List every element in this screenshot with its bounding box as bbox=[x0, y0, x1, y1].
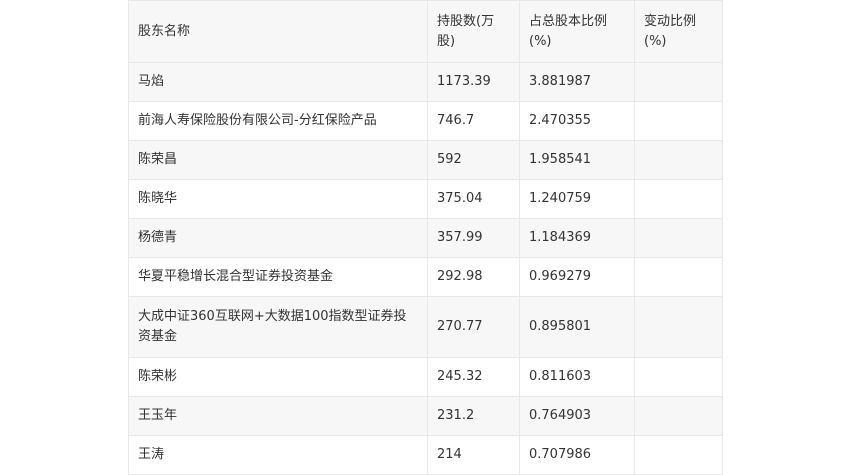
header-change-ratio: 变动比例(%) bbox=[634, 0, 723, 63]
cell-shares: 231.2 bbox=[427, 396, 520, 436]
cell-shares: 245.32 bbox=[427, 357, 520, 397]
shareholder-table-container: 股东名称 持股数(万股) 占总股本比例(%) 变动比例(%) 马焰 1173.3… bbox=[128, 0, 723, 475]
cell-shareholder-name: 王玉年 bbox=[128, 396, 428, 436]
cell-shares: 592 bbox=[427, 140, 520, 180]
cell-shareholder-name: 陈荣昌 bbox=[128, 140, 428, 180]
table-row: 华夏平稳增长混合型证券投资基金 292.98 0.969279 bbox=[128, 257, 723, 297]
shareholder-table: 股东名称 持股数(万股) 占总股本比例(%) 变动比例(%) 马焰 1173.3… bbox=[128, 0, 723, 475]
table-header-row: 股东名称 持股数(万股) 占总股本比例(%) 变动比例(%) bbox=[128, 0, 723, 63]
cell-shares: 270.77 bbox=[427, 296, 520, 358]
header-shareholder-name: 股东名称 bbox=[128, 0, 428, 63]
cell-change-ratio bbox=[634, 101, 723, 141]
cell-change-ratio bbox=[634, 396, 723, 436]
cell-share-ratio: 0.969279 bbox=[519, 257, 635, 297]
cell-change-ratio bbox=[634, 62, 723, 102]
cell-shares: 746.7 bbox=[427, 101, 520, 141]
cell-share-ratio: 0.811603 bbox=[519, 357, 635, 397]
cell-share-ratio: 1.240759 bbox=[519, 179, 635, 219]
cell-change-ratio bbox=[634, 296, 723, 358]
cell-share-ratio: 0.895801 bbox=[519, 296, 635, 358]
table-row: 王玉年 231.2 0.764903 bbox=[128, 396, 723, 436]
cell-shares: 357.99 bbox=[427, 218, 520, 258]
cell-change-ratio bbox=[634, 179, 723, 219]
cell-share-ratio: 0.707986 bbox=[519, 435, 635, 475]
table-header: 股东名称 持股数(万股) 占总股本比例(%) 变动比例(%) bbox=[128, 0, 723, 63]
cell-change-ratio bbox=[634, 435, 723, 475]
cell-shareholder-name: 华夏平稳增长混合型证券投资基金 bbox=[128, 257, 428, 297]
cell-share-ratio: 3.881987 bbox=[519, 62, 635, 102]
cell-change-ratio bbox=[634, 140, 723, 180]
cell-share-ratio: 0.764903 bbox=[519, 396, 635, 436]
header-share-ratio: 占总股本比例(%) bbox=[519, 0, 635, 63]
cell-change-ratio bbox=[634, 357, 723, 397]
table-row: 陈荣彬 245.32 0.811603 bbox=[128, 357, 723, 397]
table-row: 陈荣昌 592 1.958541 bbox=[128, 140, 723, 180]
cell-shares: 375.04 bbox=[427, 179, 520, 219]
cell-shares: 292.98 bbox=[427, 257, 520, 297]
cell-shareholder-name: 杨德青 bbox=[128, 218, 428, 258]
table-body: 马焰 1173.39 3.881987 前海人寿保险股份有限公司-分红保险产品 … bbox=[128, 62, 723, 475]
cell-shares: 1173.39 bbox=[427, 62, 520, 102]
cell-shareholder-name: 马焰 bbox=[128, 62, 428, 102]
cell-shareholder-name: 陈晓华 bbox=[128, 179, 428, 219]
cell-shareholder-name: 陈荣彬 bbox=[128, 357, 428, 397]
header-shares: 持股数(万股) bbox=[427, 0, 520, 63]
cell-shareholder-name: 前海人寿保险股份有限公司-分红保险产品 bbox=[128, 101, 428, 141]
cell-share-ratio: 1.184369 bbox=[519, 218, 635, 258]
cell-shareholder-name: 王涛 bbox=[128, 435, 428, 475]
cell-shareholder-name: 大成中证360互联网+大数据100指数型证券投资基金 bbox=[128, 296, 428, 358]
table-row: 马焰 1173.39 3.881987 bbox=[128, 62, 723, 102]
table-row: 杨德青 357.99 1.184369 bbox=[128, 218, 723, 258]
table-row: 大成中证360互联网+大数据100指数型证券投资基金 270.77 0.8958… bbox=[128, 296, 723, 358]
table-row: 王涛 214 0.707986 bbox=[128, 435, 723, 475]
cell-change-ratio bbox=[634, 218, 723, 258]
table-row: 前海人寿保险股份有限公司-分红保险产品 746.7 2.470355 bbox=[128, 101, 723, 141]
cell-share-ratio: 1.958541 bbox=[519, 140, 635, 180]
cell-share-ratio: 2.470355 bbox=[519, 101, 635, 141]
cell-change-ratio bbox=[634, 257, 723, 297]
table-row: 陈晓华 375.04 1.240759 bbox=[128, 179, 723, 219]
cell-shares: 214 bbox=[427, 435, 520, 475]
